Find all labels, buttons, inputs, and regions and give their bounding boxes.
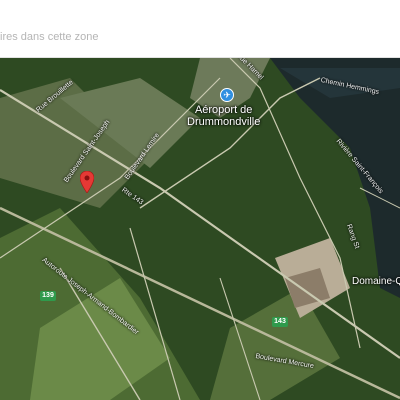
place-domaine-label: Domaine-Qu [352,276,400,287]
airport-icon[interactable]: ✈ [220,88,234,102]
airport-label-line2: Drummondville [187,116,261,128]
map-view[interactable]: ✈ Aéroport de Drummondville Rivière Sain… [0,58,400,400]
airport-label[interactable]: Aéroport de Drummondville [187,104,260,128]
airport-label-line1: Aéroport de [194,104,253,116]
search-bar[interactable]: ires dans cette zone [0,0,400,58]
highway-shield-143: 143 [272,317,288,327]
search-placeholder[interactable]: ires dans cette zone [0,31,98,43]
location-pin-icon[interactable] [80,171,94,193]
highway-shield-139: 139 [40,291,56,301]
